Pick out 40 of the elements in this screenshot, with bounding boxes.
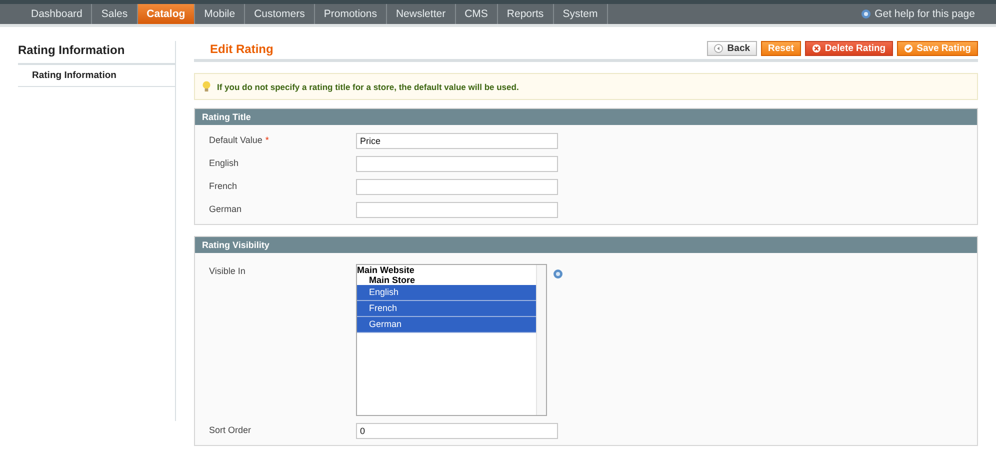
nav-tab[interactable]: Catalog bbox=[138, 4, 196, 24]
notice-text: If you do not specify a rating title for a store, the default value will be used. bbox=[217, 82, 519, 92]
list-option[interactable]: English bbox=[357, 285, 536, 301]
nav-tab[interactable]: CMS bbox=[456, 4, 498, 24]
section-heading: Rating Title bbox=[195, 109, 977, 125]
text-field[interactable]: Price bbox=[356, 133, 558, 149]
nav-tab[interactable]: Promotions bbox=[314, 4, 387, 24]
field-label: German bbox=[209, 203, 243, 214]
back-button[interactable]: Back bbox=[707, 41, 758, 56]
help-icon bbox=[860, 9, 871, 19]
scrollbar[interactable] bbox=[536, 265, 546, 415]
list-option[interactable]: Main Website bbox=[357, 265, 536, 275]
nav-tab[interactable]: Mobile bbox=[195, 4, 246, 24]
section-heading: Rating Visibility bbox=[195, 237, 977, 253]
list-option[interactable]: Main Store bbox=[357, 275, 536, 285]
text-field[interactable] bbox=[356, 156, 558, 172]
help-icon bbox=[553, 269, 563, 279]
nav-tab[interactable]: Newsletter bbox=[386, 4, 456, 24]
nav-tab[interactable]: Customers bbox=[245, 4, 315, 24]
list-option[interactable]: German bbox=[357, 317, 536, 333]
lightbulb-icon bbox=[202, 81, 211, 92]
close-icon bbox=[812, 44, 821, 53]
text-field[interactable] bbox=[356, 202, 558, 218]
nav-tab[interactable]: System bbox=[554, 4, 608, 24]
delete-button[interactable]: Delete Rating bbox=[804, 41, 893, 56]
nav-tab[interactable]: Dashboard bbox=[22, 4, 92, 24]
field-label: Sort Order bbox=[209, 424, 252, 435]
nav-tab[interactable]: Reports bbox=[498, 4, 554, 24]
text-field[interactable] bbox=[356, 179, 558, 195]
field-label: Visible In bbox=[209, 265, 246, 276]
store-list-box[interactable]: Main Website Main Store English French German bbox=[356, 264, 547, 416]
help-link[interactable]: Get help for this page bbox=[860, 4, 975, 24]
field-label: English bbox=[209, 157, 240, 168]
list-option[interactable]: French bbox=[357, 301, 536, 317]
text-field[interactable]: 0 bbox=[356, 423, 558, 439]
field-label: Default Value * bbox=[209, 134, 270, 145]
field-label: French bbox=[209, 180, 238, 191]
required-mark: * bbox=[265, 135, 269, 145]
checkmark-icon bbox=[904, 44, 913, 53]
page-title: Edit Rating bbox=[210, 42, 274, 56]
